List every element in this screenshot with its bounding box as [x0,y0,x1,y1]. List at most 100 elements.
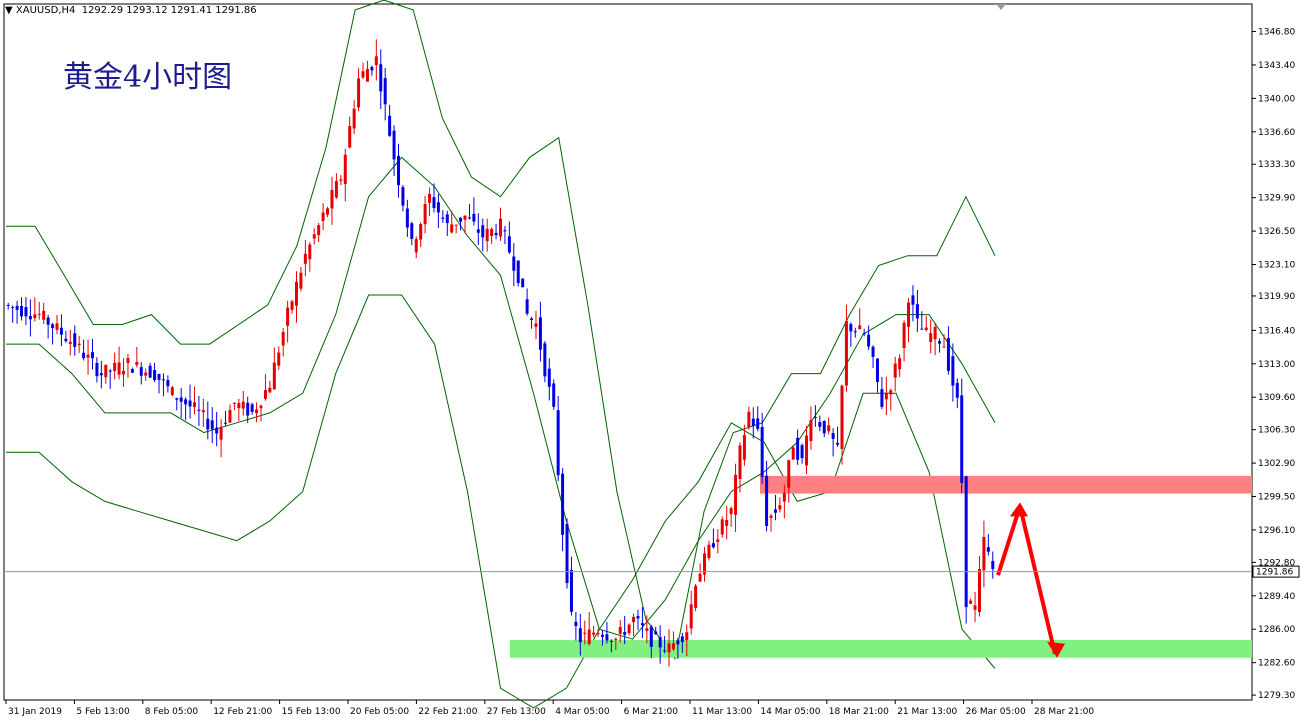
candle-body [707,544,711,558]
y-tick-label: 1326.50 [1258,227,1295,237]
y-tick-label: 1340.00 [1258,94,1295,104]
candle-body [618,626,622,634]
y-tick-label: 1343.40 [1258,61,1295,71]
candle-body [170,387,174,396]
candle-body [42,310,46,320]
candle-body [130,369,134,373]
candle-body [822,420,826,434]
candle-body [334,181,338,198]
candle-body [969,600,973,604]
candle-body [751,418,755,426]
resistance-zone [760,475,1252,494]
candle-body [636,616,640,619]
candle-body [561,473,565,535]
candle-body [299,272,303,289]
candle-body [685,632,689,641]
candle-body [113,362,117,372]
candle-body [268,387,272,393]
candle-body [86,354,90,358]
candle-body [166,380,170,387]
candle-body [698,573,702,582]
candle-body [374,56,378,66]
x-axis: 31 Jan 2019 5 Feb 13:00 8 Feb 05:00 12 Feb … [5,700,1094,717]
candle-body [148,365,152,378]
candle-body [144,372,148,376]
candle-body [862,333,866,335]
candle-body [587,629,591,644]
candle-body [490,229,494,236]
candle-body [871,346,875,357]
candle-body [844,320,848,386]
candle-body [463,215,467,220]
dropdown-triangle-icon[interactable]: ▼ [5,5,13,16]
candle-body [729,508,733,514]
candle-body [139,367,143,376]
candle-body [414,239,418,253]
candle-body [73,333,77,347]
candle-body [658,637,662,648]
candle-body [459,217,463,222]
candle-body [711,543,715,548]
candle-body [224,422,228,424]
candle-body [476,229,480,233]
candle-body [64,338,68,342]
candle-body [179,397,183,402]
candle-body [281,331,285,346]
candle-body [485,228,489,242]
candle-body [370,67,374,71]
candle-body [410,223,414,239]
candle-body [933,327,937,340]
candle-body [880,389,884,407]
plot-area [3,3,1253,701]
candle-body [11,306,15,308]
candle-body [592,632,596,635]
candle-body [15,305,19,310]
candle-body [769,515,773,518]
candle-body [689,604,693,629]
x-tick-label: 18 Mar 21:00 [829,707,889,717]
y-tick-label: 1302.90 [1258,459,1295,469]
x-tick-label: 8 Feb 05:00 [145,707,199,717]
candle-body [973,605,977,610]
current-price-label: 1291.86 [1252,565,1300,578]
candle-body [867,334,871,347]
candle-body [738,445,742,479]
candle-body [547,368,551,387]
candle-body [827,425,831,432]
candle-body [326,208,330,215]
y-tick-label: 1296.10 [1258,526,1295,536]
candle-body [836,442,840,445]
current-price-text: 1291.86 [1256,568,1293,578]
price-chart[interactable]: 1346.80 1343.40 1340.00 1336.60 1333.30 1329.… [0,0,1301,723]
y-tick-label: 1336.60 [1258,128,1295,138]
candle-body [246,402,250,416]
candle-body [108,370,112,372]
candle-body [778,505,782,510]
candle-body [915,304,919,319]
candle-body [800,445,804,459]
candle-body [725,519,729,526]
x-tick-label: 22 Feb 21:00 [418,707,477,717]
candle-body [574,621,578,627]
y-axis: 1346.80 1343.40 1340.00 1336.60 1333.30 1329.… [1252,28,1295,701]
candle-body [676,640,680,645]
candle-body [467,217,471,219]
candle-body [241,401,245,409]
x-tick-label: 26 Mar 05:00 [966,707,1026,717]
x-tick-label: 11 Mar 13:00 [692,707,752,717]
candle-body [379,64,383,92]
chart-title: 黄金4小时图 [63,60,233,95]
candle-body [201,410,205,413]
candle-body [614,638,618,640]
candle-body [303,253,307,264]
candle-body [530,318,534,320]
y-tick-label: 1316.40 [1258,326,1295,336]
candle-body [734,474,738,515]
candle-body [929,333,933,343]
candle-body [95,362,99,377]
candle-body [419,223,423,240]
x-tick-label: 20 Feb 05:00 [350,707,409,717]
candle-body [51,324,55,329]
x-tick-label: 6 Mar 21:00 [624,707,679,717]
candle-body [977,569,981,612]
